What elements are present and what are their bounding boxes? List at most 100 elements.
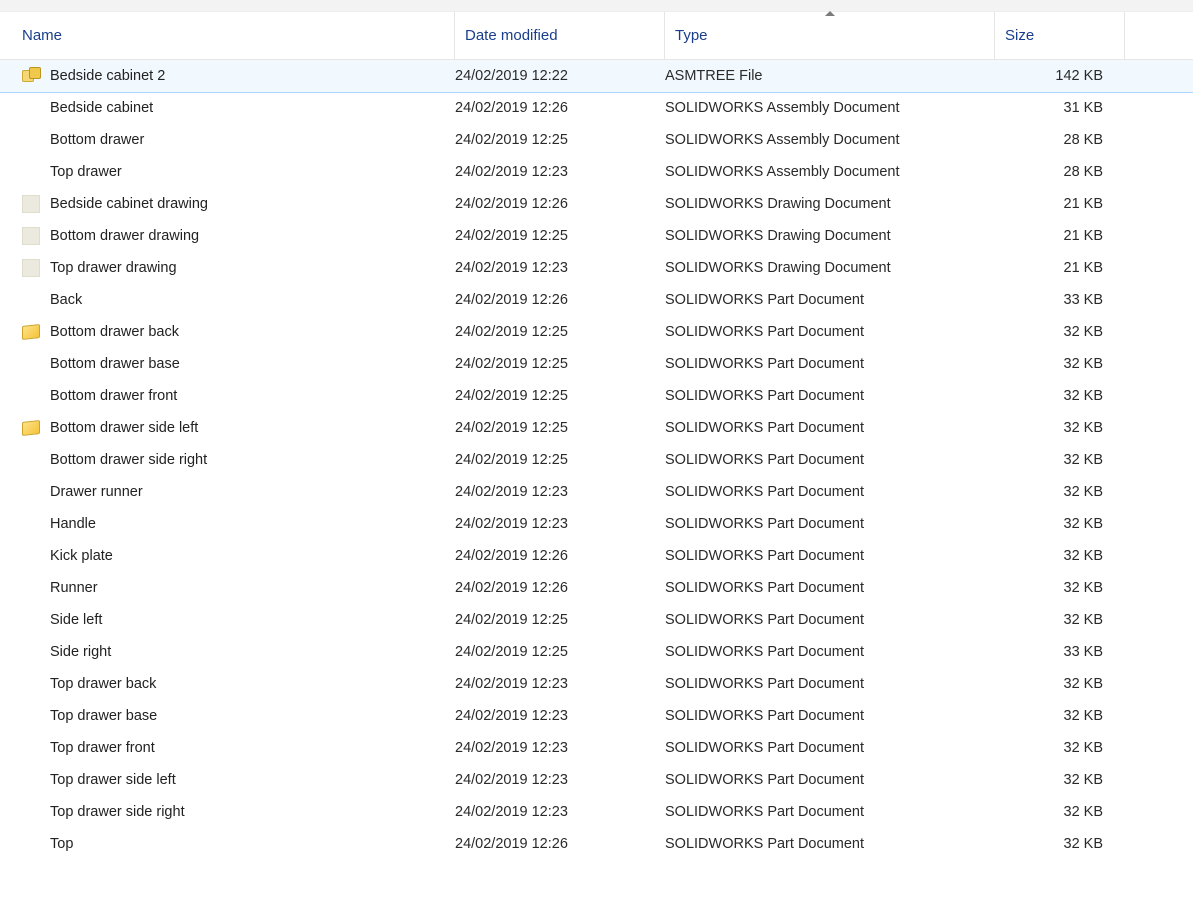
file-size: 32 KB [995, 708, 1115, 724]
file-type: SOLIDWORKS Drawing Document [665, 260, 995, 276]
file-type: SOLIDWORKS Part Document [665, 740, 995, 756]
file-date: 24/02/2019 12:25 [455, 420, 665, 436]
file-icon [22, 226, 50, 246]
file-icon [22, 578, 50, 598]
file-icon [22, 354, 50, 374]
file-icon [22, 802, 50, 822]
file-type: SOLIDWORKS Drawing Document [665, 196, 995, 212]
file-size: 32 KB [995, 420, 1115, 436]
file-name: Bottom drawer side right [50, 452, 455, 468]
file-icon [22, 66, 50, 86]
file-row[interactable]: Top drawer side left24/02/2019 12:23SOLI… [0, 764, 1193, 796]
file-date: 24/02/2019 12:26 [455, 580, 665, 596]
file-row[interactable]: Bottom drawer24/02/2019 12:25SOLIDWORKS … [0, 124, 1193, 156]
file-type: SOLIDWORKS Part Document [665, 644, 995, 660]
file-name: Top [50, 836, 455, 852]
file-row[interactable]: Top drawer24/02/2019 12:23SOLIDWORKS Ass… [0, 156, 1193, 188]
file-size: 21 KB [995, 260, 1115, 276]
file-name: Top drawer front [50, 740, 455, 756]
file-row[interactable]: Handle24/02/2019 12:23SOLIDWORKS Part Do… [0, 508, 1193, 540]
file-row[interactable]: Side right24/02/2019 12:25SOLIDWORKS Par… [0, 636, 1193, 668]
file-row[interactable]: Top24/02/2019 12:26SOLIDWORKS Part Docum… [0, 828, 1193, 860]
file-date: 24/02/2019 12:23 [455, 772, 665, 788]
file-size: 32 KB [995, 548, 1115, 564]
file-icon [22, 610, 50, 630]
file-size: 32 KB [995, 612, 1115, 628]
file-row[interactable]: Kick plate24/02/2019 12:26SOLIDWORKS Par… [0, 540, 1193, 572]
file-name: Bedside cabinet 2 [50, 68, 455, 84]
file-type: SOLIDWORKS Part Document [665, 772, 995, 788]
file-date: 24/02/2019 12:23 [455, 740, 665, 756]
column-header-type[interactable]: Type [665, 12, 995, 60]
file-icon [22, 194, 50, 214]
file-name: Bottom drawer [50, 132, 455, 148]
file-row[interactable]: Runner24/02/2019 12:26SOLIDWORKS Part Do… [0, 572, 1193, 604]
file-icon [22, 514, 50, 534]
file-icon [22, 386, 50, 406]
file-row[interactable]: Side left24/02/2019 12:25SOLIDWORKS Part… [0, 604, 1193, 636]
toolbar-strip [0, 0, 1193, 12]
file-row[interactable]: Bedside cabinet drawing24/02/2019 12:26S… [0, 188, 1193, 220]
column-header-size[interactable]: Size [995, 12, 1125, 60]
file-row[interactable]: Bottom drawer side left24/02/2019 12:25S… [0, 412, 1193, 444]
file-row[interactable]: Bottom drawer drawing24/02/2019 12:25SOL… [0, 220, 1193, 252]
file-icon [22, 706, 50, 726]
file-type: SOLIDWORKS Part Document [665, 836, 995, 852]
file-icon [22, 674, 50, 694]
file-size: 32 KB [995, 836, 1115, 852]
file-row[interactable]: Bottom drawer back24/02/2019 12:25SOLIDW… [0, 316, 1193, 348]
file-row[interactable]: Bottom drawer front24/02/2019 12:25SOLID… [0, 380, 1193, 412]
file-type: SOLIDWORKS Part Document [665, 452, 995, 468]
column-header-name[interactable]: Name [0, 12, 455, 60]
file-icon [22, 642, 50, 662]
file-type: SOLIDWORKS Part Document [665, 388, 995, 404]
file-icon [22, 258, 50, 278]
file-type: SOLIDWORKS Part Document [665, 804, 995, 820]
file-row[interactable]: Back24/02/2019 12:26SOLIDWORKS Part Docu… [0, 284, 1193, 316]
file-size: 32 KB [995, 740, 1115, 756]
file-row[interactable]: Top drawer back24/02/2019 12:23SOLIDWORK… [0, 668, 1193, 700]
file-name: Bedside cabinet [50, 100, 455, 116]
file-icon [22, 130, 50, 150]
file-size: 21 KB [995, 196, 1115, 212]
file-date: 24/02/2019 12:25 [455, 644, 665, 660]
file-name: Kick plate [50, 548, 455, 564]
file-name: Bottom drawer base [50, 356, 455, 372]
file-icon [22, 322, 50, 342]
file-row[interactable]: Top drawer front24/02/2019 12:23SOLIDWOR… [0, 732, 1193, 764]
file-row[interactable]: Bottom drawer side right24/02/2019 12:25… [0, 444, 1193, 476]
file-size: 32 KB [995, 804, 1115, 820]
file-icon [22, 834, 50, 854]
file-size: 32 KB [995, 356, 1115, 372]
file-type: SOLIDWORKS Part Document [665, 612, 995, 628]
file-row[interactable]: Bedside cabinet24/02/2019 12:26SOLIDWORK… [0, 92, 1193, 124]
file-row[interactable]: Drawer runner24/02/2019 12:23SOLIDWORKS … [0, 476, 1193, 508]
file-size: 31 KB [995, 100, 1115, 116]
file-icon [22, 482, 50, 502]
file-name: Top drawer side left [50, 772, 455, 788]
file-type: SOLIDWORKS Assembly Document [665, 164, 995, 180]
file-date: 24/02/2019 12:23 [455, 516, 665, 532]
file-date: 24/02/2019 12:25 [455, 388, 665, 404]
file-size: 142 KB [995, 68, 1115, 84]
file-row[interactable]: Top drawer side right24/02/2019 12:23SOL… [0, 796, 1193, 828]
file-name: Bottom drawer front [50, 388, 455, 404]
file-icon [22, 450, 50, 470]
file-icon [22, 738, 50, 758]
column-header-date[interactable]: Date modified [455, 12, 665, 60]
file-size: 32 KB [995, 484, 1115, 500]
file-row[interactable]: Bottom drawer base24/02/2019 12:25SOLIDW… [0, 348, 1193, 380]
file-size: 33 KB [995, 644, 1115, 660]
file-row[interactable]: Top drawer base24/02/2019 12:23SOLIDWORK… [0, 700, 1193, 732]
file-row[interactable]: Bedside cabinet 224/02/2019 12:22ASMTREE… [0, 60, 1193, 92]
file-date: 24/02/2019 12:26 [455, 292, 665, 308]
file-row[interactable]: Top drawer drawing24/02/2019 12:23SOLIDW… [0, 252, 1193, 284]
file-date: 24/02/2019 12:25 [455, 324, 665, 340]
file-name: Runner [50, 580, 455, 596]
file-icon [22, 546, 50, 566]
file-date: 24/02/2019 12:26 [455, 836, 665, 852]
file-date: 24/02/2019 12:25 [455, 452, 665, 468]
file-size: 32 KB [995, 580, 1115, 596]
file-type: SOLIDWORKS Assembly Document [665, 100, 995, 116]
file-type: SOLIDWORKS Part Document [665, 420, 995, 436]
